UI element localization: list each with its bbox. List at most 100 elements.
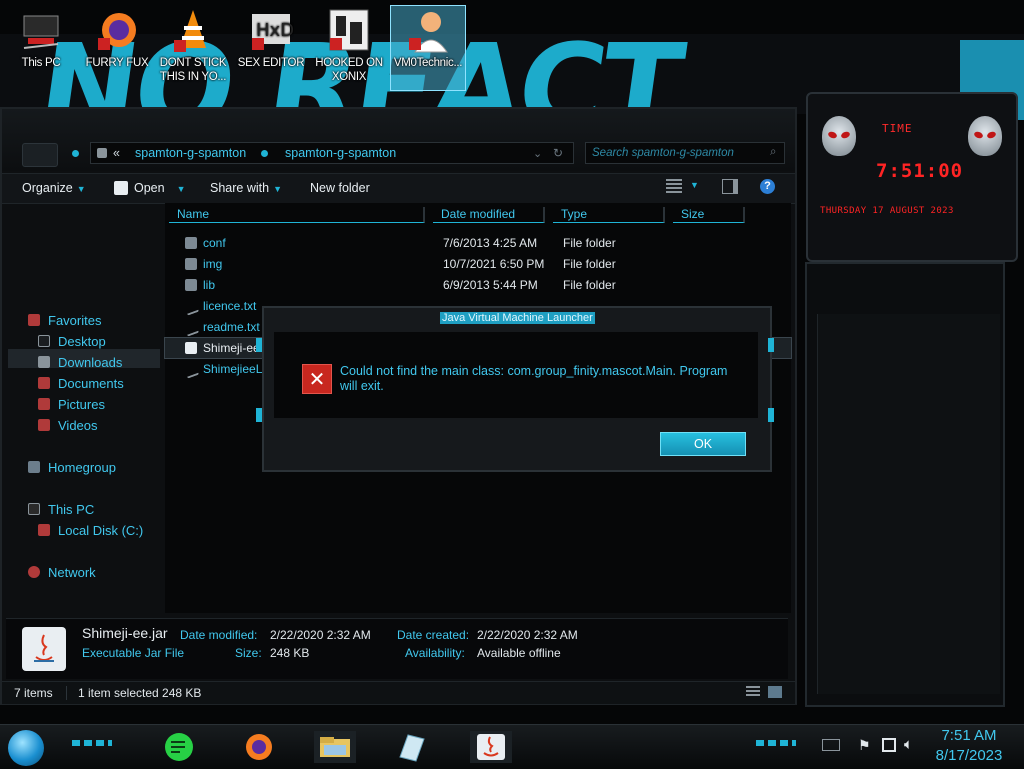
desktop-icon-this-pc[interactable]: This PC [4, 6, 78, 90]
breadcrumb-separator-icon [261, 150, 268, 157]
computer-icon [18, 8, 64, 54]
sidebar-item-label: Documents [58, 376, 124, 391]
sidebar-item-label: Favorites [48, 313, 102, 328]
sidebar-item-documents[interactable]: Documents [38, 374, 124, 394]
open-label: Open [134, 181, 165, 195]
refresh-icon[interactable]: ↻ [553, 146, 563, 160]
sidebar-item-videos[interactable]: Videos [38, 416, 98, 436]
taskbar-firefox[interactable] [240, 731, 278, 763]
help-icon[interactable]: ? [760, 179, 775, 194]
explorer-titlebar[interactable]: « spamton-g-spamton spamton-g-spamton ⌄ … [2, 109, 795, 171]
navigation-pane: Favorites Desktop Downloads Documents Pi… [2, 203, 162, 613]
taskbar-notes-app[interactable] [160, 731, 198, 763]
ok-button[interactable]: OK [660, 432, 746, 456]
error-dialog[interactable]: Java Virtual Machine Launcher ✕ Could no… [256, 306, 774, 472]
nav-dropdown-dot[interactable] [72, 150, 79, 157]
sidebar-item-this-pc[interactable]: This PC [28, 500, 94, 520]
taskbar-accent [72, 740, 112, 746]
network-icon [28, 566, 40, 578]
videos-icon [38, 419, 50, 431]
column-header-name[interactable]: Name [169, 207, 425, 223]
taskbar-file-explorer[interactable] [314, 731, 356, 763]
details-label: Date created: [397, 628, 470, 642]
network-tray-icon[interactable] [882, 738, 896, 752]
vlc-cone-icon [170, 8, 216, 54]
column-header-type[interactable]: Type [553, 207, 665, 223]
organize-label: Organize [22, 181, 73, 195]
file-name: lib [203, 278, 216, 292]
tray-clock-time[interactable]: 7:51 AM [924, 727, 1014, 744]
background-window[interactable] [805, 262, 1005, 707]
file-row[interactable]: conf 7/6/2013 4:25 AM File folder [165, 233, 791, 253]
chevron-down-icon[interactable]: ⌄ [533, 147, 542, 160]
drive-icon [38, 524, 50, 536]
back-forward-button[interactable] [22, 143, 58, 167]
file-row[interactable]: lib 6/9/2013 5:44 PM File folder [165, 275, 791, 295]
sidebar-item-favorites[interactable]: Favorites [28, 311, 101, 331]
breadcrumb-item[interactable]: spamton-g-spamton [135, 146, 246, 160]
column-header-date[interactable]: Date modified [433, 207, 545, 223]
start-orb-button[interactable] [8, 730, 44, 766]
sidebar-item-pictures[interactable]: Pictures [38, 395, 105, 415]
open-button[interactable]: Open ▼ [114, 181, 186, 195]
address-bar[interactable]: « spamton-g-spamton spamton-g-spamton ⌄ … [90, 142, 574, 164]
file-date: 6/9/2013 5:44 PM [443, 278, 538, 292]
sidebar-item-label: This PC [48, 502, 95, 517]
search-icon[interactable]: ⌕ [770, 146, 776, 159]
details-label: Size: [235, 646, 262, 660]
sidebar-item-local-disk[interactable]: Local Disk (C:) [38, 521, 143, 541]
dialog-body: ✕ Could not find the main class: com.gro… [274, 332, 758, 418]
java-icon [185, 342, 197, 354]
file-name: licence.txt [203, 299, 257, 313]
sidebar-item-desktop[interactable]: Desktop [38, 332, 106, 352]
new-folder-button[interactable]: New folder [310, 181, 370, 195]
desktop-icon-label: VM0Technic... [393, 57, 463, 69]
downloads-icon [38, 356, 50, 368]
desktop-icon-furry-fux[interactable]: FURRY FUX [80, 6, 154, 90]
show-hidden-icons[interactable] [822, 739, 840, 751]
view-options-icon[interactable] [666, 179, 682, 195]
desktop-icon-sex-editor[interactable]: HxD SEX EDITOR [234, 6, 308, 90]
file-name: Shimeji-ee [203, 341, 260, 355]
search-box[interactable]: Search spamton-g-spamton ⌕ [585, 142, 785, 164]
organize-button[interactable]: Organize ▼ [22, 181, 86, 195]
details-view-icon[interactable] [746, 686, 760, 698]
taskbar-accent [756, 740, 796, 746]
column-header-size[interactable]: Size [673, 207, 745, 223]
dialog-title: Java Virtual Machine Launcher [440, 312, 595, 324]
taskbar-java[interactable] [470, 731, 512, 763]
sidebar-item-downloads[interactable]: Downloads [38, 353, 122, 373]
share-with-button[interactable]: Share with ▼ [210, 181, 282, 195]
clock-gadget[interactable]: TIME 7:51:00 THURSDAY 17 AUGUST 2023 [806, 92, 1018, 262]
status-item-count: 7 items [14, 686, 53, 700]
sidebar-item-network[interactable]: Network [28, 563, 96, 583]
text-file-icon [182, 361, 200, 379]
frame-accent [256, 338, 262, 352]
details-pane: Shimeji-ee.jar Executable Jar File Date … [6, 618, 788, 679]
tray-clock-date[interactable]: 8/17/2023 [924, 747, 1014, 764]
desktop-icon-label: This PC [21, 57, 61, 69]
file-date: 7/6/2013 4:25 AM [443, 236, 538, 250]
flag-icon[interactable]: ⚑ [858, 737, 871, 754]
file-row[interactable]: img 10/7/2021 6:50 PM File folder [165, 254, 791, 274]
sidebar-item-homegroup[interactable]: Homegroup [28, 458, 116, 478]
desktop-icon-label: SEX EDITOR [237, 57, 305, 69]
taskbar-app[interactable] [390, 731, 432, 763]
desktop-icon-vm0technic[interactable]: VM0Technic... [390, 5, 466, 91]
file-name: readme.txt [203, 320, 260, 334]
chevron-down-icon[interactable]: ▼ [690, 180, 699, 190]
frame-accent [768, 408, 774, 422]
breadcrumb-item[interactable]: spamton-g-spamton [285, 146, 396, 160]
status-bar: 7 items 1 item selected 248 KB [2, 681, 795, 704]
breadcrumb-overflow[interactable]: « [113, 146, 120, 160]
file-type: File folder [563, 257, 616, 271]
volume-icon[interactable]: 🔈︎ [904, 736, 913, 753]
star-icon [28, 314, 40, 326]
large-icons-view-icon[interactable] [768, 686, 782, 698]
desktop-icon-dont-stick[interactable]: DONT STICK THIS IN YO... [156, 6, 230, 90]
preview-pane-icon[interactable] [722, 179, 738, 194]
gadget-clock: 7:51:00 [876, 160, 964, 182]
desktop-icon-hooked-on-xonix[interactable]: HOOKED ON XONIX [312, 6, 386, 90]
taskbar: ⚑ 🔈︎ 7:51 AM 8/17/2023 [0, 724, 1024, 769]
desktop-icon [38, 335, 50, 347]
